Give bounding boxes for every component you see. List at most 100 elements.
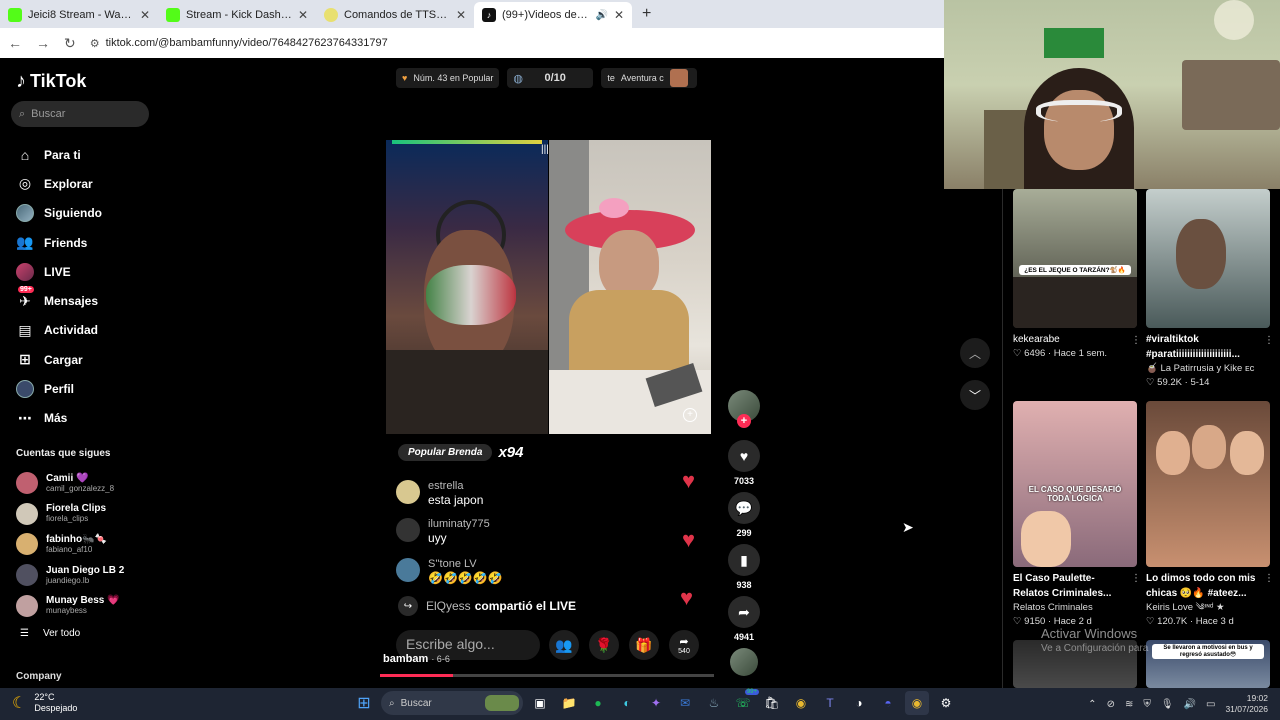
forward-icon[interactable]: →	[36, 35, 50, 51]
chevron-up-icon[interactable]: ⌃	[1088, 699, 1096, 710]
taskbar-search-label: Buscar	[400, 697, 432, 709]
close-tab-icon[interactable]: ✕	[456, 8, 466, 22]
more-options-icon[interactable]: ⋮	[1264, 573, 1274, 584]
tab-tiktok-video[interactable]: ♪ (99+)Videos de bambam (@ 🔊 ✕	[474, 2, 632, 28]
more-options-icon[interactable]: ⋮	[1131, 573, 1141, 584]
site-info-icon[interactable]: ⚙	[90, 37, 100, 50]
taskbar-search[interactable]: ⌕ Buscar	[381, 691, 523, 715]
save-button[interactable]: ▮ 938	[728, 544, 760, 590]
task-view-icon[interactable]: ▣	[528, 691, 552, 715]
related-video-card[interactable]: EL CASO QUE DESAFIÓ TODA LÓGICA El Caso …	[1013, 401, 1141, 629]
nav-item-cargar[interactable]: ⊞ Cargar	[16, 345, 102, 374]
copilot-icon[interactable]: ✦	[644, 691, 668, 715]
speaker-icon[interactable]: 🔊	[1184, 699, 1196, 710]
chrome-active-icon[interactable]: ◉	[905, 691, 929, 715]
tab-kick-stream[interactable]: Jeici8 Stream - Watch Live on K ✕	[0, 2, 158, 28]
like-button[interactable]: ♥ 7033	[728, 440, 760, 486]
nav-item-friends[interactable]: 👥 Friends	[16, 228, 102, 257]
creator-avatar-button[interactable]: +	[728, 390, 760, 428]
following-account[interactable]: Munay Bess 💗 munaybess	[16, 590, 124, 621]
edge-icon[interactable]: ◐	[615, 691, 639, 715]
following-account[interactable]: Fiorela Clips fiorela_clips	[16, 499, 124, 530]
nav-item-mensajes[interactable]: ✈ 99+ Mensajes	[16, 286, 102, 315]
new-tab-button[interactable]: +	[642, 5, 651, 23]
comment-button[interactable]: 💬 299	[728, 492, 760, 538]
nav-item-para-ti[interactable]: ⌂ Para ti	[16, 140, 102, 169]
nav-item-perfil[interactable]: Perfil	[16, 374, 102, 403]
close-tab-icon[interactable]: ✕	[614, 8, 624, 22]
store-icon[interactable]: 🛍	[760, 691, 784, 715]
url-field[interactable]: tiktok.com/@bambamfunny/video/7648427623…	[106, 37, 388, 49]
adventure-prefix: te	[607, 73, 615, 83]
company-link[interactable]: Company	[16, 671, 62, 682]
more-options-icon[interactable]: ⋮	[1131, 335, 1141, 346]
whatsapp-icon[interactable]: ☏ 99+	[731, 689, 759, 715]
speaker-icon[interactable]: 🔊	[595, 10, 607, 21]
clock[interactable]: 19:02 31/07/2026	[1225, 693, 1268, 715]
post-time: Hace 3 d	[1195, 616, 1234, 627]
tab-kickbot-tts[interactable]: Comandos de TTS de KickBot ✕	[316, 2, 474, 28]
avatar	[396, 518, 420, 542]
spotify-icon[interactable]: ●	[586, 691, 610, 715]
back-icon[interactable]: ←	[8, 35, 22, 51]
battery-icon[interactable]: ▭	[1206, 699, 1215, 710]
previous-video-button[interactable]: ︿	[960, 338, 990, 368]
see-all-link[interactable]: ☰ Ver todo	[20, 628, 80, 639]
score-chip[interactable]: ◍ 0/10	[507, 68, 594, 88]
music-disc-button[interactable]	[728, 648, 760, 676]
list-icon: ☰	[20, 628, 29, 639]
outlook-icon[interactable]: ✉	[673, 691, 697, 715]
nav-item-live[interactable]: LIVE	[16, 257, 102, 286]
mic-icon[interactable]: 🎙	[1161, 699, 1174, 710]
follow-plus-icon[interactable]: +	[737, 414, 751, 428]
activate-windows-title: Activar Windows	[1041, 626, 1138, 641]
popular-rank-chip[interactable]: ♥ Núm. 43 en Popular	[396, 68, 500, 88]
following-account[interactable]: fabinho🐜🍬 fabiano_af10	[16, 529, 124, 560]
close-tab-icon[interactable]: ✕	[298, 8, 308, 22]
add-icon[interactable]: +	[683, 408, 697, 422]
video-progress-bar[interactable]	[380, 674, 714, 677]
related-video-card[interactable]: ¿ES EL JEQUE O TARZÁN?🐒🔥 kekearabe ⋮ ♡ 6…	[1013, 189, 1141, 361]
following-account[interactable]: Juan Diego LB 2 juandiego.lb	[16, 560, 124, 591]
nav-item-explorar[interactable]: ◎ Explorar	[16, 169, 102, 198]
close-tab-icon[interactable]: ✕	[140, 8, 150, 22]
nav-item-mas[interactable]: ⋯ Más	[16, 404, 102, 433]
network-off-icon[interactable]: ⊘	[1107, 699, 1115, 710]
security-icon[interactable]: ⛨	[1143, 699, 1151, 710]
nav-item-actividad[interactable]: ▤ Actividad	[16, 316, 102, 345]
account-user: munaybess	[46, 606, 87, 616]
discord-icon[interactable]: ◓	[876, 691, 900, 715]
related-video-card[interactable]: Lo dimos todo con mis ⋮ chicas 🥺🔥 #ateez…	[1146, 401, 1274, 629]
nav-item-siguiendo[interactable]: Siguiendo	[16, 199, 102, 228]
share-gift-button[interactable]: ➦ 540	[669, 630, 699, 660]
windows-start-icon[interactable]: ⊞	[352, 691, 376, 715]
tiktok-logo[interactable]: ♪ TikTok	[16, 70, 86, 93]
settings-icon[interactable]: ⚙	[934, 691, 958, 715]
rose-gift-icon[interactable]: 🌹	[589, 630, 619, 660]
people-icon[interactable]: 👥	[549, 630, 579, 660]
account-name: Fiorela Clips	[46, 503, 107, 515]
steam-icon[interactable]: ♨	[702, 691, 726, 715]
reload-icon[interactable]: ↻	[64, 35, 76, 52]
file-explorer-icon[interactable]: 📁	[557, 691, 581, 715]
video-author[interactable]: bambam · 6-6	[383, 653, 450, 665]
following-account[interactable]: Camii 💜 camil_gonzalezz_8	[16, 468, 124, 499]
tab-kick-dashboard[interactable]: Stream - Kick Dashboard ✕	[158, 2, 316, 28]
gift-icon[interactable]: 🎁	[629, 630, 659, 660]
obs-icon[interactable]: ◑	[847, 691, 871, 715]
search-input[interactable]: ⌕ Buscar	[11, 101, 149, 127]
related-video-card[interactable]: Se llevaron a motivosi en bus y regresó …	[1146, 640, 1270, 688]
weather-widget[interactable]: ☾ 22°C Despejado	[12, 692, 77, 714]
divider	[1002, 189, 1003, 689]
share-button[interactable]: ➦ 4941	[728, 596, 760, 642]
like-count: 120.7K	[1157, 616, 1188, 627]
next-video-button[interactable]: ﹀	[960, 380, 990, 410]
shared-notice: ↪ ElQyess compartió el LIVE	[398, 596, 576, 616]
teams-icon[interactable]: T	[818, 691, 842, 715]
adventure-chip[interactable]: te Aventura c	[601, 68, 698, 88]
chrome-icon[interactable]: ◉	[789, 691, 813, 715]
wifi-icon[interactable]: ≋	[1125, 699, 1133, 710]
related-video-card[interactable]: #viraltiktok ⋮ #paratiiiiiiiiiiiiiiiiiii…	[1146, 189, 1274, 390]
more-options-icon[interactable]: ⋮	[1264, 335, 1274, 346]
video-player[interactable]: ||| +	[386, 140, 711, 434]
